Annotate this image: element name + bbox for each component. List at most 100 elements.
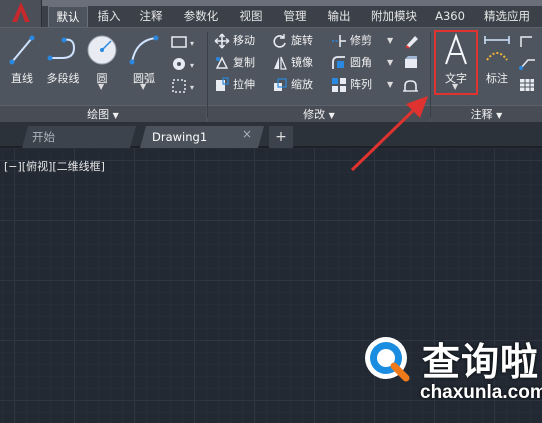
line-icon: [9, 35, 35, 65]
rectangle-button[interactable]: ▾: [170, 32, 200, 50]
scale-button[interactable]: 缩放: [272, 76, 330, 94]
leader-button[interactable]: [518, 32, 540, 50]
autocad-a-icon: [12, 2, 30, 22]
arc-button[interactable]: 圆弧 ▼: [124, 30, 164, 92]
mirror-button[interactable]: 镜像: [272, 54, 330, 72]
scale-icon: [274, 78, 287, 91]
trim-dropdown-icon[interactable]: ▼: [387, 32, 393, 50]
hatch-button[interactable]: ▾: [170, 54, 200, 72]
line-label: 直线: [11, 72, 33, 85]
rotate-icon: [273, 34, 286, 48]
circle-icon: [87, 35, 117, 65]
tab-start-label: 开始: [32, 130, 55, 144]
tab-annotate[interactable]: 注释: [133, 6, 169, 27]
fillet-button[interactable]: 圆角 ▼: [331, 54, 397, 72]
circle-dropdown-icon[interactable]: ▼: [98, 82, 104, 91]
erase-icon: [405, 36, 418, 49]
tab-manage[interactable]: 管理: [277, 6, 313, 27]
mirror-label: 镜像: [291, 56, 313, 69]
draw-panel-label: 绘图: [87, 108, 110, 121]
fillet-dropdown-icon[interactable]: ▼: [387, 54, 393, 72]
scale-label: 缩放: [291, 78, 313, 91]
leader-multi-button[interactable]: [518, 54, 540, 72]
tab-parametric[interactable]: 参数化: [177, 6, 225, 27]
copy-button[interactable]: 复制: [214, 54, 274, 72]
trim-icon: [332, 35, 346, 47]
array-label: 阵列: [350, 78, 372, 91]
offset-icon: [403, 80, 418, 92]
polyline-icon: [47, 37, 76, 61]
draw-panel-title[interactable]: 绘图 ▼: [0, 105, 206, 122]
tab-featured-apps[interactable]: 精选应用: [476, 6, 538, 27]
explode-button[interactable]: [402, 54, 422, 72]
erase-button[interactable]: [402, 32, 422, 50]
polyline-label: 多段线: [46, 72, 80, 85]
application-menu-button[interactable]: [0, 0, 42, 27]
fillet-label: 圆角: [350, 56, 372, 69]
draw-panel-expand-icon: ▼: [112, 111, 119, 120]
tab-start[interactable]: 开始: [22, 126, 136, 148]
boundary-icon: ▾: [172, 79, 194, 93]
ribbon-tab-bar: 默认 插入 注释 参数化 视图 管理 输出 附加模块 A360 精选应用: [0, 0, 542, 27]
stretch-button[interactable]: 拉伸: [214, 76, 274, 94]
annotation-panel-expand-icon: ▼: [496, 111, 503, 120]
rotate-button[interactable]: 旋转: [272, 32, 330, 50]
modify-panel-label: 修改: [303, 108, 326, 121]
leader-icon: [520, 36, 532, 47]
annotation-panel-label: 注释: [470, 108, 493, 121]
table-button[interactable]: [518, 76, 540, 94]
svg-text:▾: ▾: [190, 83, 194, 92]
array-icon: [332, 78, 346, 92]
circle-button[interactable]: 圆 ▼: [84, 30, 120, 92]
plus-icon: +: [275, 129, 287, 145]
rectangle-icon: ▾: [171, 36, 194, 48]
move-icon: [214, 33, 230, 49]
watermark-url: chaxunla.com: [420, 382, 542, 403]
copy-icon: [215, 56, 229, 69]
tab-a360[interactable]: A360: [430, 6, 470, 27]
fillet-icon: [332, 56, 345, 69]
table-icon: [520, 79, 534, 91]
dimension-icon: [484, 36, 510, 61]
multileader-icon: [519, 59, 535, 70]
svg-text:▾: ▾: [190, 61, 194, 70]
text-button-highlight: [434, 30, 478, 95]
tab-output[interactable]: 输出: [321, 6, 357, 27]
trim-label: 修剪: [350, 34, 372, 47]
rotate-label: 旋转: [291, 34, 313, 47]
hatch-icon: ▾: [173, 58, 194, 70]
modify-panel-expand-icon: ▼: [328, 111, 335, 120]
stretch-icon: [216, 77, 229, 91]
offset-button[interactable]: [402, 76, 422, 94]
modify-panel-title[interactable]: 修改 ▼: [208, 105, 430, 122]
stretch-label: 拉伸: [233, 78, 255, 91]
trim-button[interactable]: 修剪 ▼: [331, 32, 397, 50]
tab-drawing1-label: Drawing1: [152, 130, 208, 144]
dimension-label: 标注: [486, 72, 508, 85]
magnifier-logo-icon: [365, 337, 410, 382]
move-label: 移动: [233, 34, 255, 47]
polyline-button[interactable]: 多段线: [42, 30, 84, 92]
array-button[interactable]: 阵列 ▼: [331, 76, 397, 94]
line-button[interactable]: 直线: [4, 30, 40, 92]
svg-text:▾: ▾: [190, 39, 194, 48]
new-tab-button[interactable]: +: [269, 126, 293, 148]
move-button[interactable]: 移动: [214, 32, 274, 50]
boundary-button[interactable]: ▾: [170, 76, 200, 94]
file-tab-bar: 开始 Drawing1 × +: [0, 122, 542, 148]
mirror-icon: [274, 56, 287, 70]
viewport-controls[interactable]: [−][俯视][二维线框]: [4, 158, 105, 174]
copy-label: 复制: [233, 56, 255, 69]
close-tab-icon[interactable]: ×: [240, 127, 254, 141]
watermark: 查询啦 chaxunla.com: [350, 325, 542, 423]
arc-icon: [129, 35, 159, 65]
dimension-button[interactable]: 标注: [480, 30, 514, 92]
tab-view[interactable]: 视图: [233, 6, 269, 27]
arc-dropdown-icon[interactable]: ▼: [140, 82, 146, 91]
annotation-panel-title[interactable]: 注释 ▼: [431, 105, 542, 122]
tab-insert[interactable]: 插入: [91, 6, 127, 27]
tab-addins[interactable]: 附加模块: [364, 6, 424, 27]
tab-default[interactable]: 默认: [48, 6, 88, 27]
array-dropdown-icon[interactable]: ▼: [387, 76, 393, 94]
explode-icon: [405, 56, 417, 68]
